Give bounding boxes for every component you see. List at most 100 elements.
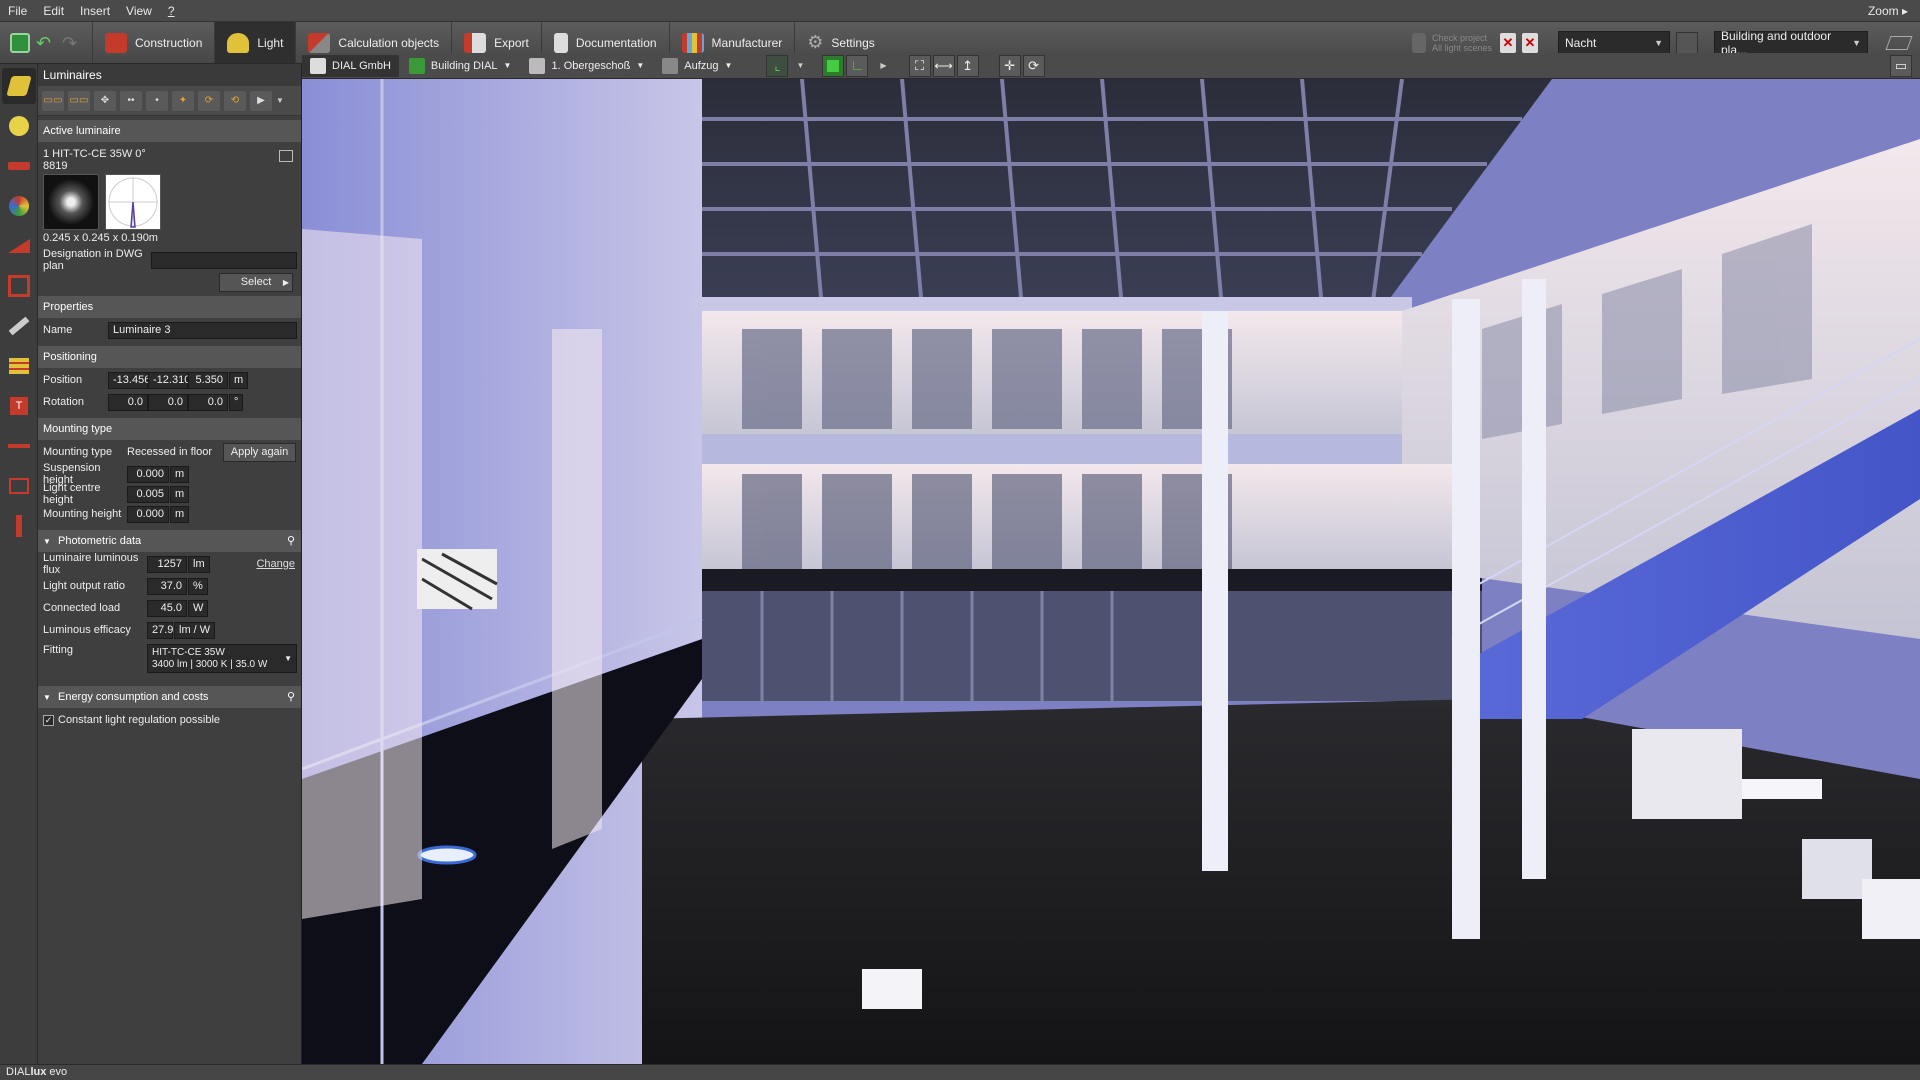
view-2d-button[interactable]: ⌞ bbox=[766, 54, 789, 77]
arrange-line-icon[interactable]: ▭▭ bbox=[42, 90, 64, 111]
rotation-row: Rotation 0.0 0.0 0.0 ° bbox=[38, 392, 301, 412]
view-3d-button[interactable] bbox=[822, 54, 845, 77]
mounting-height-field[interactable]: 0.000 bbox=[127, 505, 169, 523]
apply-again-button[interactable]: Apply again bbox=[223, 442, 296, 462]
menu-file[interactable]: File bbox=[0, 4, 35, 18]
magic-wand-icon[interactable]: ✦ bbox=[172, 90, 194, 111]
menu-edit[interactable]: Edit bbox=[35, 4, 72, 18]
export-luminaire-icon[interactable]: ▶ bbox=[250, 90, 272, 111]
check-project-label: Check project All light scenes bbox=[1432, 32, 1493, 53]
zoom-toggle[interactable]: Zoom ▸ bbox=[1868, 4, 1920, 18]
mounting-height-row: Mounting height 0.000 m bbox=[38, 504, 301, 524]
light-centre-field[interactable]: 0.005 bbox=[127, 485, 169, 503]
replace-icon[interactable]: ⟲ bbox=[224, 90, 246, 111]
company-selector[interactable]: DIAL GmbH bbox=[302, 54, 399, 77]
lor-field[interactable]: 37.0 bbox=[147, 577, 187, 595]
light-colour-tool[interactable] bbox=[2, 188, 36, 224]
rotate-view-button[interactable]: ⟳ bbox=[1022, 54, 1045, 77]
lor-row: Light output ratio 37.0 % bbox=[38, 576, 301, 596]
tab-settings-label: Settings bbox=[831, 35, 875, 50]
energy-header[interactable]: ▼ Energy consumption and costs ⚲ bbox=[38, 686, 301, 708]
select-button[interactable]: Select ▶ bbox=[219, 272, 293, 292]
save-icon[interactable] bbox=[10, 32, 30, 53]
arrange-field-icon[interactable]: ▭▭ bbox=[68, 90, 90, 111]
single-luminaire-icon[interactable]: • bbox=[146, 90, 168, 111]
scene-options-button[interactable] bbox=[1676, 31, 1698, 54]
selection-tool[interactable] bbox=[2, 468, 36, 504]
copy-icon[interactable] bbox=[279, 150, 293, 162]
redo-icon[interactable]: ↷ bbox=[62, 33, 82, 53]
product-logo: DIALlux evo bbox=[6, 1066, 68, 1078]
change-link[interactable]: Change bbox=[256, 558, 301, 570]
load-field[interactable]: 45.0 bbox=[147, 599, 187, 617]
fitting-select[interactable]: HIT-TC-CE 35W 3400 lm | 3000 K | 35.0 W … bbox=[147, 644, 297, 673]
position-z-field[interactable]: 5.350 bbox=[188, 371, 228, 389]
display-button[interactable]: ▭ bbox=[1890, 54, 1912, 77]
position-y-field[interactable]: -12.310 bbox=[148, 371, 190, 389]
chevron-down-icon: ▼ bbox=[503, 61, 512, 70]
tools-tool[interactable] bbox=[2, 148, 36, 184]
constant-light-checkbox[interactable]: ✓ bbox=[43, 714, 54, 726]
light-scene-select[interactable]: Nacht ▼ bbox=[1558, 30, 1670, 55]
fit-view-button[interactable]: ⛶ bbox=[908, 54, 931, 77]
chevron-down-icon: ▼ bbox=[724, 61, 733, 70]
rotation-z-field[interactable]: 0.0 bbox=[188, 393, 228, 411]
photometric-header[interactable]: ▼ Photometric data ⚲ bbox=[38, 530, 301, 552]
delete-scene-icon[interactable]: ✕ bbox=[1500, 32, 1516, 53]
delete-all-icon[interactable]: ✕ bbox=[1522, 32, 1538, 53]
efficacy-field[interactable]: 27.9 bbox=[147, 621, 173, 639]
sheet-icon[interactable] bbox=[1885, 35, 1913, 50]
tab-construction[interactable]: Construction bbox=[92, 22, 214, 63]
view-corner-button[interactable]: ∟ bbox=[846, 54, 869, 77]
menu-help[interactable]: ? bbox=[160, 4, 183, 18]
menu-view[interactable]: View bbox=[118, 4, 160, 18]
light-bulb-tool[interactable] bbox=[2, 108, 36, 144]
chevron-right-icon[interactable]: ▶ bbox=[880, 61, 886, 70]
pin-icon[interactable]: ⚲ bbox=[287, 530, 295, 552]
rotation-y-field[interactable]: 0.0 bbox=[148, 393, 188, 411]
luminaire-photo[interactable] bbox=[43, 174, 99, 230]
designation-field[interactable] bbox=[151, 251, 297, 269]
floor-selector[interactable]: 1. Obergeschoß ▼ bbox=[521, 55, 652, 77]
chevron-right-icon: ▶ bbox=[282, 277, 289, 287]
arrangement-tool[interactable] bbox=[2, 268, 36, 304]
undo-icon[interactable]: ↶ bbox=[36, 33, 56, 53]
rotate-icon[interactable]: ⟳ bbox=[198, 90, 220, 111]
arrange-row-icon[interactable]: •• bbox=[120, 90, 142, 111]
line-tool[interactable] bbox=[2, 428, 36, 464]
menu-insert[interactable]: Insert bbox=[72, 4, 118, 18]
building-selector[interactable]: Building DIAL ▼ bbox=[401, 55, 520, 77]
load-unit: W bbox=[188, 599, 209, 617]
selected-luminaire[interactable] bbox=[417, 845, 477, 865]
tab-light[interactable]: Light bbox=[214, 22, 296, 63]
spanner-tool[interactable] bbox=[2, 308, 36, 344]
flux-field[interactable]: 1257 bbox=[147, 555, 187, 573]
position-label: Position bbox=[43, 374, 83, 386]
suspension-row: Suspension height 0.000 m bbox=[38, 462, 301, 486]
axis-button[interactable]: ↥ bbox=[956, 54, 979, 77]
menu-bar: File Edit Insert View ? Zoom ▸ bbox=[0, 0, 1920, 22]
floor-icon bbox=[529, 57, 546, 74]
dimming-tool[interactable] bbox=[2, 228, 36, 264]
chevron-down-icon[interactable]: ▼ bbox=[796, 61, 804, 70]
view-mode-select[interactable]: Building and outdoor pla... ▼ bbox=[1714, 29, 1868, 57]
pin-icon[interactable]: ⚲ bbox=[287, 686, 295, 708]
luminaires-tool[interactable] bbox=[2, 68, 36, 104]
align-tool[interactable] bbox=[2, 508, 36, 544]
position-x-field[interactable]: -13.456 bbox=[108, 371, 150, 389]
name-field[interactable]: Luminaire 3 bbox=[108, 321, 297, 339]
chevron-down-icon[interactable]: ▼ bbox=[276, 96, 284, 105]
space-selector[interactable]: Aufzug ▼ bbox=[654, 55, 740, 77]
arrange-circle-icon[interactable]: ✥ bbox=[94, 90, 116, 111]
luminaire-id: 8819 bbox=[43, 160, 68, 172]
suspension-field[interactable]: 0.000 bbox=[127, 465, 169, 483]
layers-tool[interactable] bbox=[2, 348, 36, 384]
light-distribution-curve[interactable] bbox=[105, 174, 161, 230]
text-tool[interactable]: T bbox=[2, 388, 36, 424]
documentation-icon bbox=[553, 32, 568, 53]
move-button[interactable]: ✛ bbox=[998, 54, 1021, 77]
axis-icon: ↥ bbox=[962, 57, 973, 73]
3d-viewport[interactable] bbox=[302, 79, 1920, 1064]
measure-button[interactable]: ⟷ bbox=[932, 54, 955, 77]
rotation-x-field[interactable]: 0.0 bbox=[108, 393, 148, 411]
